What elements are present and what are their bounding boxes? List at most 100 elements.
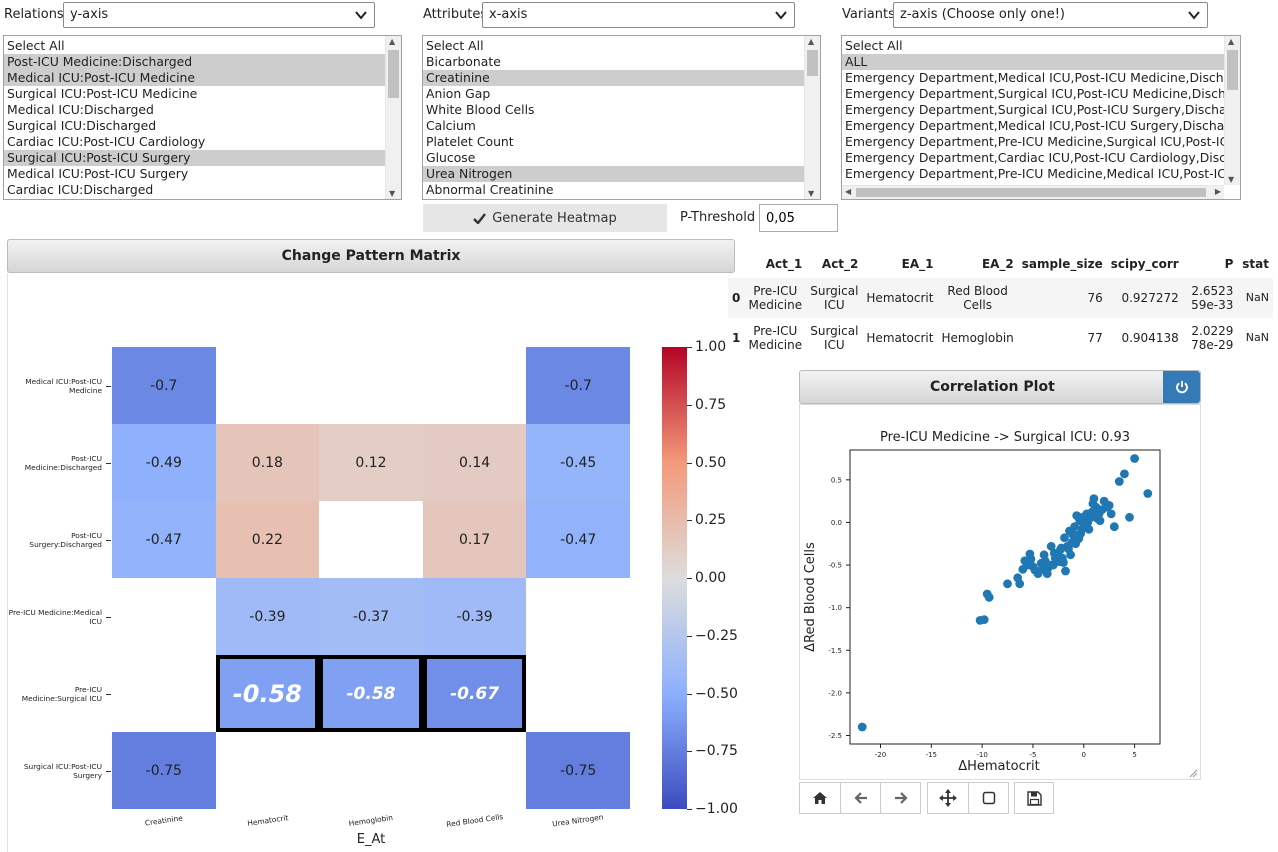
- table-cell: NaN: [1245, 291, 1269, 304]
- power-button[interactable]: [1163, 371, 1200, 403]
- correlation-plot-header: Correlation Plot: [799, 370, 1201, 404]
- table-header-row: Act_1 Act_2 EA_1 EA_2 sample_size scipy_corr P…: [728, 250, 1273, 278]
- table-header-cell: EA_2: [981, 257, 1014, 271]
- zoom-rect-button[interactable]: [968, 782, 1009, 814]
- variants-label: Variants: [842, 7, 895, 22]
- correlation-plot-title: Correlation Plot: [930, 379, 1055, 395]
- heatmap-cell[interactable]: -0.49: [112, 424, 216, 501]
- colorbar-tick-mark: [687, 693, 692, 695]
- list-item[interactable]: ALL: [842, 54, 1224, 70]
- list-item[interactable]: Emergency Department,Cardiac ICU,Post-IC…: [842, 150, 1224, 166]
- heatmap-cell[interactable]: -0.58: [215, 655, 320, 732]
- list-item[interactable]: Emergency Department,Medical ICU,Post-IC…: [842, 70, 1224, 86]
- y-tick-mark: [106, 462, 111, 464]
- colorbar-tick-mark: [687, 520, 692, 522]
- x-tick-label: Hematocrit: [246, 813, 289, 828]
- heatmap-cell[interactable]: 0.14: [422, 424, 527, 501]
- scrollbar-thumb[interactable]: [1227, 50, 1238, 90]
- colorbar-tick-mark: [687, 347, 692, 348]
- scroll-up-icon[interactable]: ▲: [1228, 37, 1234, 46]
- y-tick-mark: [106, 693, 111, 695]
- back-button[interactable]: [840, 782, 881, 814]
- list-item[interactable]: Emergency Department,Pre-ICU Medicine,Su…: [842, 134, 1224, 150]
- variants-select[interactable]: z-axis (Choose only one!): [893, 2, 1208, 28]
- table-header-cell: scipy_corr: [1110, 257, 1179, 271]
- table-cell: Surgical ICU: [810, 284, 859, 312]
- list-item[interactable]: Select All: [842, 38, 1224, 54]
- y-tick-mark: [106, 770, 111, 772]
- heatmap-cell[interactable]: -0.39: [422, 578, 527, 655]
- y-tick-mark: [106, 385, 111, 387]
- pan-button[interactable]: [927, 782, 969, 814]
- scrollbar-thumb[interactable]: [807, 50, 818, 76]
- heatmap-cell[interactable]: 0.22: [215, 501, 320, 578]
- table-cell: 0: [732, 291, 741, 305]
- x-tick-label: Hemoglobin: [348, 812, 394, 829]
- heatmap-cell[interactable]: -0.39: [215, 578, 320, 655]
- colorbar: [662, 347, 687, 809]
- y-tick-label: Surgical ICU:Post-ICU Surgery: [23, 761, 102, 780]
- save-figure-button[interactable]: [1014, 782, 1054, 814]
- variants-listbox[interactable]: Select All ALL Emergency Department,Medica…: [841, 35, 1241, 200]
- y-tick-mark: [106, 616, 111, 618]
- table-header-cell: EA_1: [901, 257, 934, 271]
- scroll-down-icon[interactable]: ▼: [1228, 175, 1234, 184]
- colorbar-tick-mark: [687, 404, 692, 406]
- scrollbar-thumb[interactable]: [856, 188, 1206, 197]
- colorbar-tick-mark: [687, 635, 692, 637]
- scroll-up-icon[interactable]: ▲: [808, 37, 814, 46]
- x-tick-label: Red Blood Cells: [445, 812, 504, 829]
- heatmap-cell[interactable]: 0.12: [319, 424, 423, 501]
- table-row[interactable]: 1 Pre-ICU Medicine Surgical ICU Hematocrit H…: [728, 318, 1273, 358]
- list-item[interactable]: Emergency Department,Medical ICU,Post-IC…: [842, 118, 1224, 134]
- scroll-left-icon[interactable]: ◀: [845, 187, 851, 196]
- resize-handle-icon[interactable]: [1189, 769, 1198, 778]
- table-cell: 0.927272: [1121, 291, 1179, 305]
- y-tick-label: Medical ICU:Post-ICU Medicine: [25, 376, 102, 395]
- heatmap-cell[interactable]: -0.47: [526, 501, 630, 578]
- colorbar-tick-label: −0.75: [695, 743, 738, 760]
- chevron-down-icon: [1188, 11, 1200, 20]
- heatmap-cell[interactable]: -0.7: [526, 347, 630, 424]
- pan-move-icon: [939, 789, 957, 807]
- list-item[interactable]: Emergency Department,Pre-ICU Medicine,Me…: [842, 166, 1224, 182]
- table-header-cell: stat: [1242, 257, 1269, 271]
- heatmap-cell[interactable]: -0.45: [526, 424, 630, 501]
- table-row[interactable]: 0 Pre-ICU Medicine Surgical ICU Hematocrit R…: [728, 278, 1273, 318]
- list-item[interactable]: Emergency Department,Surgical ICU,Post-I…: [842, 102, 1224, 118]
- y-tick-label: Post-ICU Medicine:Discharged: [24, 453, 102, 472]
- colorbar-tick-mark: [687, 809, 692, 810]
- heatmap-cell[interactable]: -0.37: [319, 578, 423, 655]
- heatmap-cell[interactable]: -0.67: [422, 655, 527, 732]
- list-item[interactable]: Emergency Department,Surgical ICU,Post-I…: [842, 86, 1224, 102]
- heatmap-cell[interactable]: -0.47: [112, 501, 216, 578]
- p-threshold-input[interactable]: [759, 204, 838, 232]
- scroll-down-icon[interactable]: ▼: [808, 189, 814, 198]
- scroll-right-icon[interactable]: ▶: [1215, 187, 1221, 196]
- table-cell: Hematocrit: [866, 331, 934, 345]
- table-cell: 0.904138: [1121, 331, 1179, 345]
- y-tick-label: Pre-ICU Medicine:Surgical ICU: [21, 684, 102, 703]
- home-button[interactable]: [799, 782, 841, 814]
- heatmap-cell[interactable]: -0.7: [112, 347, 216, 424]
- correlation-plot-frame: [799, 404, 1201, 780]
- heatmap-cell[interactable]: -0.58: [319, 655, 423, 732]
- vertical-scrollbar[interactable]: ▲ ▼: [1224, 36, 1240, 185]
- colorbar-tick-label: 1.00: [695, 339, 727, 355]
- table-header-cell: Act_2: [821, 257, 859, 271]
- vertical-scrollbar[interactable]: ▲ ▼: [804, 36, 820, 199]
- forward-button[interactable]: [880, 782, 921, 814]
- table-cell: 2.022978e-29: [1191, 324, 1234, 352]
- y-tick-label: Pre-ICU Medicine:Medical ICU: [8, 607, 102, 626]
- save-icon: [1026, 790, 1042, 806]
- table-cell: 2.652359e-33: [1191, 284, 1234, 312]
- heatmap-cell[interactable]: -0.75: [112, 732, 216, 809]
- heatmap-chart: -0.7 -0.7 -0.49 0.18 0.12 0.14 -0.45 -0.47 0.22 0…: [0, 0, 738, 852]
- heatmap-cell[interactable]: 0.18: [215, 424, 320, 501]
- table-cell: 76: [1087, 291, 1103, 305]
- heatmap-cell[interactable]: -0.75: [526, 732, 630, 809]
- horizontal-scrollbar[interactable]: ◀ ▶: [842, 185, 1224, 199]
- heatmap-cell[interactable]: 0.17: [422, 501, 527, 578]
- variants-select-value: z-axis (Choose only one!): [900, 7, 1065, 22]
- forward-arrow-icon: [894, 792, 908, 804]
